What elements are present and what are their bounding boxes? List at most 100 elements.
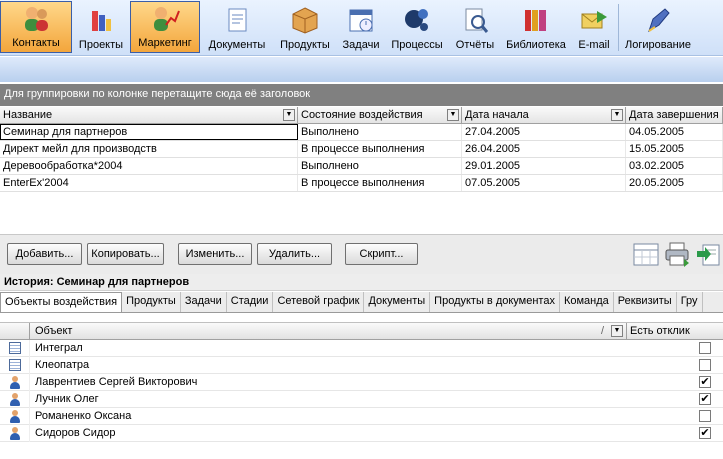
response-checkbox[interactable]: ✔ xyxy=(699,427,711,439)
toolbar-logging-button[interactable]: Логирование xyxy=(619,0,697,54)
column-header-state[interactable]: Состояние воздействия ▼ xyxy=(298,107,462,123)
company-icon xyxy=(8,342,21,354)
person-icon xyxy=(9,426,21,440)
toolbar-projects-button[interactable]: Проекты xyxy=(72,0,130,54)
response-checkbox[interactable] xyxy=(699,359,711,371)
response-checkbox[interactable] xyxy=(699,342,711,354)
edit-button[interactable]: Изменить... xyxy=(178,243,252,265)
export-icon[interactable] xyxy=(695,241,721,267)
table-row[interactable]: EnterEx'2004 В процессе выполнения 07.05… xyxy=(0,175,723,192)
cell-state: В процессе выполнения xyxy=(298,175,462,191)
cell-name: Директ мейл для производств xyxy=(0,141,298,157)
script-button[interactable]: Скрипт... xyxy=(345,243,418,265)
library-icon xyxy=(521,5,551,35)
list-item[interactable]: Клеопатра xyxy=(0,356,723,374)
tab-team[interactable]: Команда xyxy=(560,292,614,312)
copy-button[interactable]: Копировать... xyxy=(87,243,164,265)
add-button[interactable]: Добавить... xyxy=(7,243,82,265)
person-icon xyxy=(9,375,21,389)
cell-name: EnterEx'2004 xyxy=(0,175,298,191)
tab-requisites[interactable]: Реквизиты xyxy=(614,292,677,312)
tab-stages[interactable]: Стадии xyxy=(227,292,274,312)
object-name: Лаврентиев Сергей Викторович xyxy=(35,376,198,388)
tab-documents[interactable]: Документы xyxy=(364,292,431,312)
toolbar-tasks-label: Задачи xyxy=(342,39,380,51)
response-checkbox[interactable] xyxy=(699,410,711,422)
tab-tasks[interactable]: Задачи xyxy=(181,292,227,312)
column-header-object[interactable]: Объект / ▼ xyxy=(30,323,627,339)
response-checkbox[interactable]: ✔ xyxy=(699,376,711,388)
reports-icon xyxy=(460,5,490,35)
toolbar-contacts-button[interactable]: Контакты xyxy=(0,1,72,53)
toolbar-processes-button[interactable]: Процессы xyxy=(386,0,448,54)
group-by-panel[interactable]: Для группировки по колонке перетащите сю… xyxy=(0,84,723,106)
list-item[interactable]: Интеграл xyxy=(0,339,723,357)
object-name: Романенко Оксана xyxy=(35,410,132,422)
table-row[interactable]: Семинар для партнеров Выполнено 27.04.20… xyxy=(0,124,723,141)
object-name: Сидоров Сидор xyxy=(35,427,116,439)
toolbar-reports-label: Отчёты xyxy=(455,39,495,51)
objects-grid-header: Объект / ▼ Есть отклик xyxy=(0,322,723,340)
icon-column-header xyxy=(0,323,30,339)
object-name: Лучник Олег xyxy=(35,393,99,405)
person-icon xyxy=(9,392,21,406)
grid-header: Название ▼ Состояние воздействия ▼ Дата на… xyxy=(0,107,723,124)
email-icon xyxy=(579,5,609,35)
list-item[interactable]: Лаврентиев Сергей Викторович ✔ xyxy=(0,373,723,391)
toolbar-documents-label: Документы xyxy=(208,39,266,51)
products-icon xyxy=(290,5,320,35)
toolbar-email-button[interactable]: E-mail xyxy=(570,0,618,54)
toolbar-library-button[interactable]: Библиотека xyxy=(502,0,570,54)
print-icon[interactable] xyxy=(664,241,690,267)
cell-end-date: 15.05.2005 xyxy=(626,141,723,157)
marketing-grid: Название ▼ Состояние воздействия ▼ Дата на… xyxy=(0,107,723,192)
toolbar-products-button[interactable]: Продукты xyxy=(274,0,336,54)
cell-start-date: 29.01.2005 xyxy=(462,158,626,174)
toolbar-reports-button[interactable]: Отчёты xyxy=(448,0,502,54)
tab-products[interactable]: Продукты xyxy=(122,292,181,312)
tab-objects[interactable]: Объекты воздействия xyxy=(0,292,123,312)
projects-icon xyxy=(86,5,116,35)
action-bar: Добавить... Копировать... Изменить... Уд… xyxy=(0,234,723,274)
toolbar-products-label: Продукты xyxy=(280,39,330,51)
column-header-start-date[interactable]: Дата начала ▼ xyxy=(462,107,626,123)
table-row[interactable]: Директ мейл для производств В процессе в… xyxy=(0,141,723,158)
list-item[interactable]: Романенко Оксана xyxy=(0,407,723,425)
toolbar-documents-button[interactable]: Документы xyxy=(200,0,274,54)
toolbar-marketing-button[interactable]: Маркетинг xyxy=(130,1,200,53)
filter-dropdown-icon[interactable]: ▼ xyxy=(447,109,459,121)
response-checkbox[interactable]: ✔ xyxy=(699,393,711,405)
filter-dropdown-icon[interactable]: ▼ xyxy=(611,109,623,121)
filter-dropdown-icon[interactable]: ▼ xyxy=(611,325,623,337)
cell-start-date: 26.04.2005 xyxy=(462,141,626,157)
column-header-end-date[interactable]: Дата завершения xyxy=(626,107,723,123)
cell-state: В процессе выполнения xyxy=(298,141,462,157)
object-name: Клеопатра xyxy=(35,359,90,371)
delete-button[interactable]: Удалить... xyxy=(257,243,332,265)
toolbar-logging-label: Логирование xyxy=(625,39,691,51)
toolbar-tasks-button[interactable]: Задачи xyxy=(336,0,386,54)
list-item[interactable]: Лучник Олег ✔ xyxy=(0,390,723,408)
column-header-response[interactable]: Есть отклик xyxy=(627,323,723,339)
objects-grid: Объект / ▼ Есть отклик Интеграл Клеопатр… xyxy=(0,322,723,442)
table-row[interactable]: Деревообработка*2004 Выполнено 29.01.200… xyxy=(0,158,723,175)
contacts-icon xyxy=(21,3,51,33)
tab-products-in-documents[interactable]: Продукты в документах xyxy=(430,292,560,312)
toolbar-processes-label: Процессы xyxy=(391,39,443,51)
cell-end-date: 20.05.2005 xyxy=(626,175,723,191)
object-name: Интеграл xyxy=(35,342,83,354)
cell-state: Выполнено xyxy=(298,158,462,174)
tab-groups[interactable]: Гру xyxy=(677,292,703,312)
history-title: История: Семинар для партнеров xyxy=(0,274,723,291)
person-icon xyxy=(9,409,21,423)
column-header-name[interactable]: Название ▼ xyxy=(0,107,298,123)
logging-icon xyxy=(643,5,673,35)
cell-end-date: 03.02.2005 xyxy=(626,158,723,174)
company-icon xyxy=(8,359,21,371)
list-item[interactable]: Сидоров Сидор ✔ xyxy=(0,424,723,442)
detail-tabs: Объекты воздействия Продукты Задачи Стад… xyxy=(0,292,723,313)
calendar-view-icon[interactable] xyxy=(633,241,659,267)
tab-network-schedule[interactable]: Сетевой график xyxy=(273,292,365,312)
filter-dropdown-icon[interactable]: ▼ xyxy=(283,109,295,121)
cell-name: Деревообработка*2004 xyxy=(0,158,298,174)
